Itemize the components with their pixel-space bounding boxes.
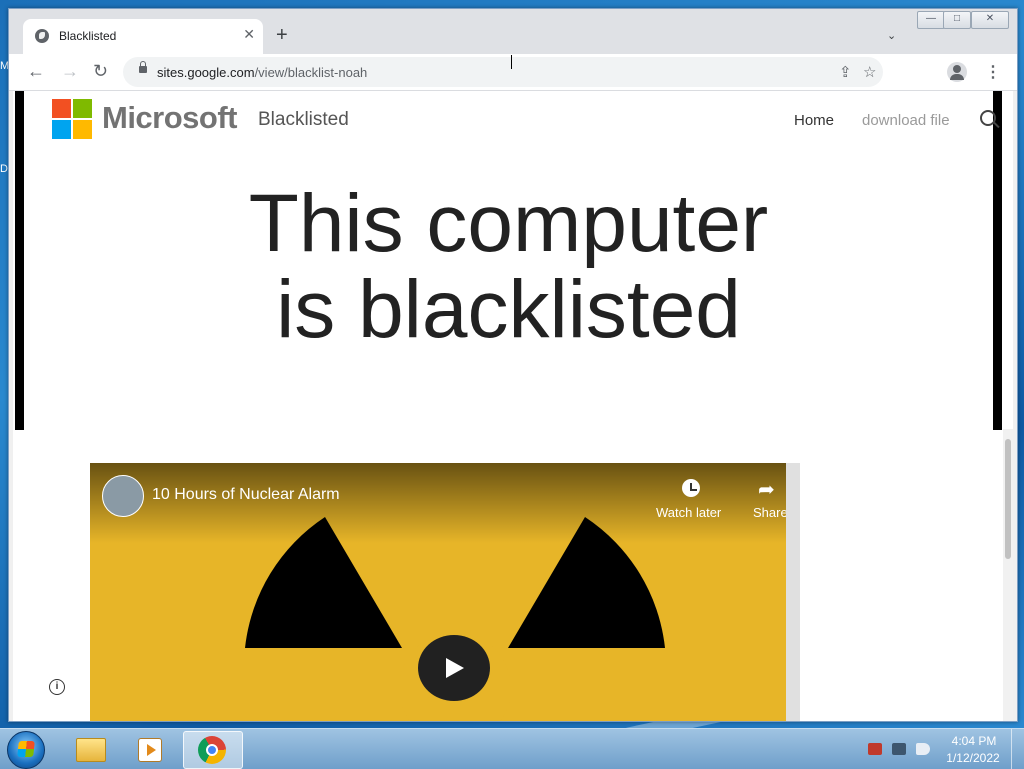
- action-center-flag-icon[interactable]: [868, 743, 882, 755]
- kebab-menu-icon[interactable]: ⋮: [985, 62, 1001, 82]
- media-player-icon: [138, 738, 162, 762]
- network-icon[interactable]: [892, 743, 906, 755]
- taskbar-chrome-button[interactable]: [183, 731, 243, 769]
- address-bar[interactable]: sites.google.com/view/blacklist-noah ⇪ ☆: [123, 57, 883, 87]
- close-window-button[interactable]: ✕: [971, 11, 1009, 29]
- tab-title: Blacklisted: [59, 29, 117, 43]
- clock-time[interactable]: 4:04 PM: [946, 734, 1002, 748]
- microsoft-logo-icon: [52, 99, 92, 139]
- share-label[interactable]: Share: [753, 505, 786, 520]
- brand-name: Microsoft: [102, 100, 238, 135]
- clock-icon[interactable]: [682, 479, 700, 497]
- nav-home-link[interactable]: Home: [794, 112, 834, 129]
- nav-download-file-link[interactable]: download file: [862, 112, 950, 129]
- channel-avatar[interactable]: [102, 475, 144, 517]
- show-desktop-button[interactable]: [1011, 729, 1024, 769]
- start-button[interactable]: [7, 731, 45, 769]
- tab-strip: Blacklisted ✕ + ⌄ — □ ✕: [9, 9, 1017, 54]
- reload-icon[interactable]: ↻: [93, 62, 108, 80]
- bookmark-star-icon[interactable]: ☆: [863, 63, 876, 81]
- globe-icon: [35, 29, 49, 43]
- page-viewport: Microsoft Blacklisted Home download file…: [13, 91, 1013, 721]
- site-header-hero: Microsoft Blacklisted Home download file…: [15, 91, 1002, 430]
- info-icon[interactable]: i: [49, 679, 65, 695]
- video-title[interactable]: 10 Hours of Nuclear Alarm: [152, 486, 340, 504]
- share-icon[interactable]: ⇪: [839, 63, 852, 81]
- play-button[interactable]: [418, 635, 490, 701]
- headline-line-1: This computer: [248, 178, 769, 269]
- chrome-window: Blacklisted ✕ + ⌄ — □ ✕ ← → ↻ sites.goog…: [8, 8, 1018, 722]
- lock-icon[interactable]: [139, 61, 147, 73]
- folder-icon: [76, 738, 106, 762]
- back-arrow-icon[interactable]: ←: [27, 62, 45, 80]
- chrome-icon: [198, 736, 226, 764]
- tab-search-chevron-icon[interactable]: ⌄: [887, 29, 896, 42]
- search-icon[interactable]: [980, 110, 996, 126]
- youtube-embed[interactable]: 10 Hours of Nuclear Alarm Watch later ➦ …: [90, 463, 786, 721]
- tab-blacklisted[interactable]: Blacklisted ✕: [23, 19, 263, 54]
- taskbar-explorer-button[interactable]: [60, 731, 118, 767]
- url-path: /view/blacklist-noah: [254, 65, 368, 80]
- minimize-button[interactable]: —: [917, 11, 945, 29]
- share-arrow-icon[interactable]: ➦: [758, 477, 775, 502]
- taskbar-media-player-button[interactable]: [120, 731, 178, 767]
- headline-line-2: is blacklisted: [276, 264, 741, 355]
- maximize-button[interactable]: □: [943, 11, 971, 29]
- desktop-icon-label-fragment: D: [0, 163, 8, 175]
- close-tab-icon[interactable]: ✕: [243, 26, 255, 43]
- url-host: sites.google.com: [157, 65, 255, 80]
- profile-avatar-icon[interactable]: [947, 62, 967, 82]
- site-name[interactable]: Blacklisted: [258, 109, 349, 131]
- volume-icon[interactable]: [916, 743, 930, 755]
- page-scrollbar[interactable]: [1003, 429, 1013, 721]
- page-headline: This computer is blacklisted: [24, 181, 993, 353]
- scrollbar-thumb[interactable]: [1005, 439, 1011, 559]
- clock-date[interactable]: 1/12/2022: [938, 751, 1008, 765]
- taskbar: 4:04 PM 1/12/2022: [0, 728, 1024, 769]
- embed-scrollbar[interactable]: [786, 463, 800, 721]
- text-cursor-icon: [511, 55, 514, 69]
- url-text[interactable]: sites.google.com/view/blacklist-noah: [157, 65, 367, 80]
- new-tab-button[interactable]: +: [276, 25, 288, 45]
- watch-later-label[interactable]: Watch later: [656, 505, 721, 520]
- forward-arrow-icon[interactable]: →: [61, 62, 79, 80]
